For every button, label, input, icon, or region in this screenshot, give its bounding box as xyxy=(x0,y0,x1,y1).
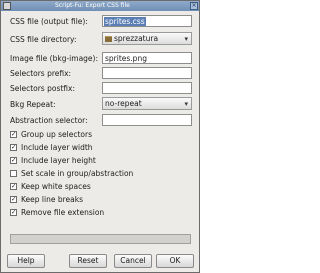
image-file-input[interactable]: sprites.png xyxy=(102,52,192,64)
folder-icon xyxy=(105,36,112,42)
reset-button[interactable]: Reset xyxy=(69,254,107,268)
checkbox-label: Keep line breaks xyxy=(21,195,83,204)
checkbox-icon[interactable]: ✓ xyxy=(10,209,17,216)
checkbox-icon[interactable]: ✓ xyxy=(10,131,17,138)
progress-bar xyxy=(10,234,191,244)
window-title: Script-Fu: Export CSS file xyxy=(55,2,130,9)
bkg-repeat-label: Bkg Repeat: xyxy=(10,100,56,109)
selectors-postfix-label: Selectors postfix: xyxy=(10,84,75,93)
bkg-repeat-value: no-repeat xyxy=(105,99,142,108)
checkbox-icon[interactable]: ✓ xyxy=(10,183,17,190)
title-bar[interactable]: Script-Fu: Export CSS file × xyxy=(1,1,199,11)
selectors-prefix-label: Selectors prefix: xyxy=(10,69,72,78)
image-file-value: sprites.png xyxy=(105,54,147,63)
css-file-label: CSS file (output file): xyxy=(10,17,88,26)
checkbox-icon[interactable]: ✓ xyxy=(10,157,17,164)
image-file-label: Image file (bkg-image): xyxy=(10,54,98,63)
checkbox-icon[interactable]: ✓ xyxy=(10,196,17,203)
checkbox-label: Group up selectors xyxy=(21,130,92,139)
ok-button[interactable]: OK xyxy=(156,254,194,268)
close-icon[interactable]: × xyxy=(190,2,198,10)
css-dir-chooser[interactable]: sprezzatura ▾ xyxy=(102,32,192,45)
selectors-prefix-input[interactable] xyxy=(102,67,192,79)
export-css-dialog: Script-Fu: Export CSS file × CSS file (o… xyxy=(0,0,200,273)
dropdown-arrow-icon: ▾ xyxy=(184,35,188,43)
cancel-button[interactable]: Cancel xyxy=(114,254,152,268)
selectors-postfix-input[interactable] xyxy=(102,82,192,94)
css-dir-label: CSS file directory: xyxy=(10,35,77,44)
dropdown-arrow-icon: ▾ xyxy=(184,100,188,108)
checkbox-label: Set scale in group/abstraction xyxy=(21,169,134,178)
abstraction-selector-input[interactable] xyxy=(102,114,192,126)
checkbox-label: Keep white spaces xyxy=(21,182,91,191)
checkbox-icon[interactable]: ✓ xyxy=(10,144,17,151)
checkbox-icon[interactable] xyxy=(10,170,17,177)
checkbox-label: Include layer width xyxy=(21,143,93,152)
checkbox-label: Remove file extension xyxy=(21,208,105,217)
checkbox-label: Include layer height xyxy=(21,156,96,165)
css-dir-value: sprezzatura xyxy=(114,34,159,43)
css-file-value: sprites.css xyxy=(104,17,146,26)
window-menu-icon[interactable] xyxy=(3,2,11,10)
css-file-input[interactable]: sprites.css xyxy=(102,15,192,27)
bkg-repeat-select[interactable]: no-repeat ▾ xyxy=(102,97,192,110)
help-button[interactable]: Help xyxy=(7,254,45,268)
abstraction-selector-label: Abstraction selector: xyxy=(10,116,88,125)
